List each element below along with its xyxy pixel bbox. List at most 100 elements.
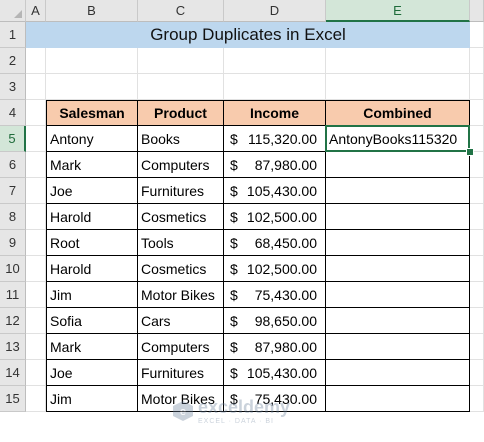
row-header-10[interactable]: 10 bbox=[0, 256, 26, 282]
salesman-cell[interactable]: Jim bbox=[46, 282, 138, 308]
row-header-12[interactable]: 12 bbox=[0, 308, 26, 334]
salesman-cell[interactable]: Harold bbox=[46, 204, 138, 230]
combined-cell[interactable] bbox=[326, 282, 470, 308]
income-cell[interactable]: $105,430.00 bbox=[224, 178, 326, 204]
row-header-8[interactable]: 8 bbox=[0, 204, 26, 230]
product-cell[interactable]: Cosmetics bbox=[138, 204, 224, 230]
grid-cell[interactable] bbox=[26, 204, 46, 230]
row-header-5[interactable]: 5 bbox=[0, 126, 26, 152]
grid-cell[interactable] bbox=[326, 48, 470, 74]
row-header-9[interactable]: 9 bbox=[0, 230, 26, 256]
grid-cell[interactable] bbox=[26, 282, 46, 308]
row-header-7[interactable]: 7 bbox=[0, 178, 26, 204]
product-cell[interactable]: Computers bbox=[138, 334, 224, 360]
sheet-title[interactable]: Group Duplicates in Excel bbox=[26, 22, 470, 48]
grid-cell[interactable] bbox=[26, 152, 46, 178]
grid-cell[interactable] bbox=[26, 74, 46, 100]
salesman-cell[interactable]: Mark bbox=[46, 334, 138, 360]
grid-cell[interactable] bbox=[26, 256, 46, 282]
column-header-b[interactable]: B bbox=[46, 0, 138, 22]
grid-cell[interactable] bbox=[470, 100, 484, 126]
grid-cell[interactable] bbox=[26, 178, 46, 204]
grid-cell[interactable] bbox=[26, 308, 46, 334]
combined-cell[interactable] bbox=[326, 204, 470, 230]
grid-cell[interactable] bbox=[470, 334, 484, 360]
product-cell[interactable]: Motor Bikes bbox=[138, 386, 224, 412]
grid-cell[interactable] bbox=[470, 74, 484, 100]
grid-cell[interactable] bbox=[26, 230, 46, 256]
income-cell[interactable]: $102,500.00 bbox=[224, 204, 326, 230]
income-cell[interactable]: $102,500.00 bbox=[224, 256, 326, 282]
row-header-2[interactable]: 2 bbox=[0, 48, 26, 74]
combined-cell[interactable] bbox=[326, 256, 470, 282]
grid-cell[interactable] bbox=[46, 74, 138, 100]
combined-cell[interactable] bbox=[326, 386, 470, 412]
combined-cell[interactable] bbox=[326, 360, 470, 386]
product-cell[interactable]: Books bbox=[138, 126, 224, 152]
active-cell-selection[interactable] bbox=[325, 125, 470, 152]
column-header-c[interactable]: C bbox=[138, 0, 224, 22]
row-header-3[interactable]: 3 bbox=[0, 74, 26, 100]
salesman-cell[interactable]: Mark bbox=[46, 152, 138, 178]
product-cell[interactable]: Cosmetics bbox=[138, 256, 224, 282]
select-all-corner[interactable] bbox=[0, 0, 26, 22]
table-header-product[interactable]: Product bbox=[138, 100, 224, 126]
grid-cell[interactable] bbox=[26, 100, 46, 126]
table-header-salesman[interactable]: Salesman bbox=[46, 100, 138, 126]
grid-cell[interactable] bbox=[224, 48, 326, 74]
row-header-14[interactable]: 14 bbox=[0, 360, 26, 386]
combined-cell[interactable] bbox=[326, 308, 470, 334]
grid-cell[interactable] bbox=[470, 256, 484, 282]
grid-cell[interactable] bbox=[470, 204, 484, 230]
column-header-d[interactable]: D bbox=[224, 0, 326, 22]
product-cell[interactable]: Motor Bikes bbox=[138, 282, 224, 308]
grid-cell[interactable] bbox=[470, 386, 484, 412]
product-cell[interactable]: Computers bbox=[138, 152, 224, 178]
grid-cell[interactable] bbox=[46, 48, 138, 74]
income-cell[interactable]: $87,980.00 bbox=[224, 152, 326, 178]
combined-cell[interactable] bbox=[326, 334, 470, 360]
grid-cell[interactable] bbox=[26, 48, 46, 74]
salesman-cell[interactable]: Joe bbox=[46, 360, 138, 386]
grid-cell[interactable] bbox=[470, 360, 484, 386]
fill-handle[interactable] bbox=[466, 148, 474, 156]
grid-cell[interactable] bbox=[26, 360, 46, 386]
row-header-1[interactable]: 1 bbox=[0, 22, 26, 48]
income-cell[interactable]: $75,430.00 bbox=[224, 386, 326, 412]
salesman-cell[interactable]: Antony bbox=[46, 126, 138, 152]
table-header-income[interactable]: Income bbox=[224, 100, 326, 126]
income-cell[interactable]: $75,430.00 bbox=[224, 282, 326, 308]
column-header-f[interactable] bbox=[470, 0, 484, 22]
grid-cell[interactable] bbox=[326, 74, 470, 100]
grid-cell[interactable] bbox=[470, 230, 484, 256]
combined-cell[interactable] bbox=[326, 230, 470, 256]
spreadsheet[interactable]: A B C D E 1 2 3 4 5 6 7 8 9 10 11 12 13 14 15 Group Duplicat… bbox=[0, 0, 484, 442]
grid-cell[interactable] bbox=[138, 74, 224, 100]
product-cell[interactable]: Furnitures bbox=[138, 360, 224, 386]
row-header-15[interactable]: 15 bbox=[0, 386, 26, 412]
salesman-cell[interactable]: Sofia bbox=[46, 308, 138, 334]
grid-cell[interactable] bbox=[470, 282, 484, 308]
salesman-cell[interactable]: Root bbox=[46, 230, 138, 256]
grid-cell[interactable] bbox=[470, 22, 484, 48]
grid-cell[interactable] bbox=[26, 126, 46, 152]
income-cell[interactable]: $115,320.00 bbox=[224, 126, 326, 152]
row-header-11[interactable]: 11 bbox=[0, 282, 26, 308]
row-header-6[interactable]: 6 bbox=[0, 152, 26, 178]
column-header-e[interactable]: E bbox=[326, 0, 470, 22]
grid-cell[interactable] bbox=[138, 48, 224, 74]
row-header-4[interactable]: 4 bbox=[0, 100, 26, 126]
grid-cell[interactable] bbox=[26, 334, 46, 360]
row-header-13[interactable]: 13 bbox=[0, 334, 26, 360]
product-cell[interactable]: Furnitures bbox=[138, 178, 224, 204]
table-header-combined[interactable]: Combined bbox=[326, 100, 470, 126]
grid-cell[interactable] bbox=[470, 178, 484, 204]
combined-cell[interactable] bbox=[326, 178, 470, 204]
grid-cell[interactable] bbox=[26, 386, 46, 412]
income-cell[interactable]: $105,430.00 bbox=[224, 360, 326, 386]
salesman-cell[interactable]: Harold bbox=[46, 256, 138, 282]
grid-cell[interactable] bbox=[224, 74, 326, 100]
salesman-cell[interactable]: Joe bbox=[46, 178, 138, 204]
income-cell[interactable]: $98,650.00 bbox=[224, 308, 326, 334]
grid-cell[interactable] bbox=[470, 308, 484, 334]
